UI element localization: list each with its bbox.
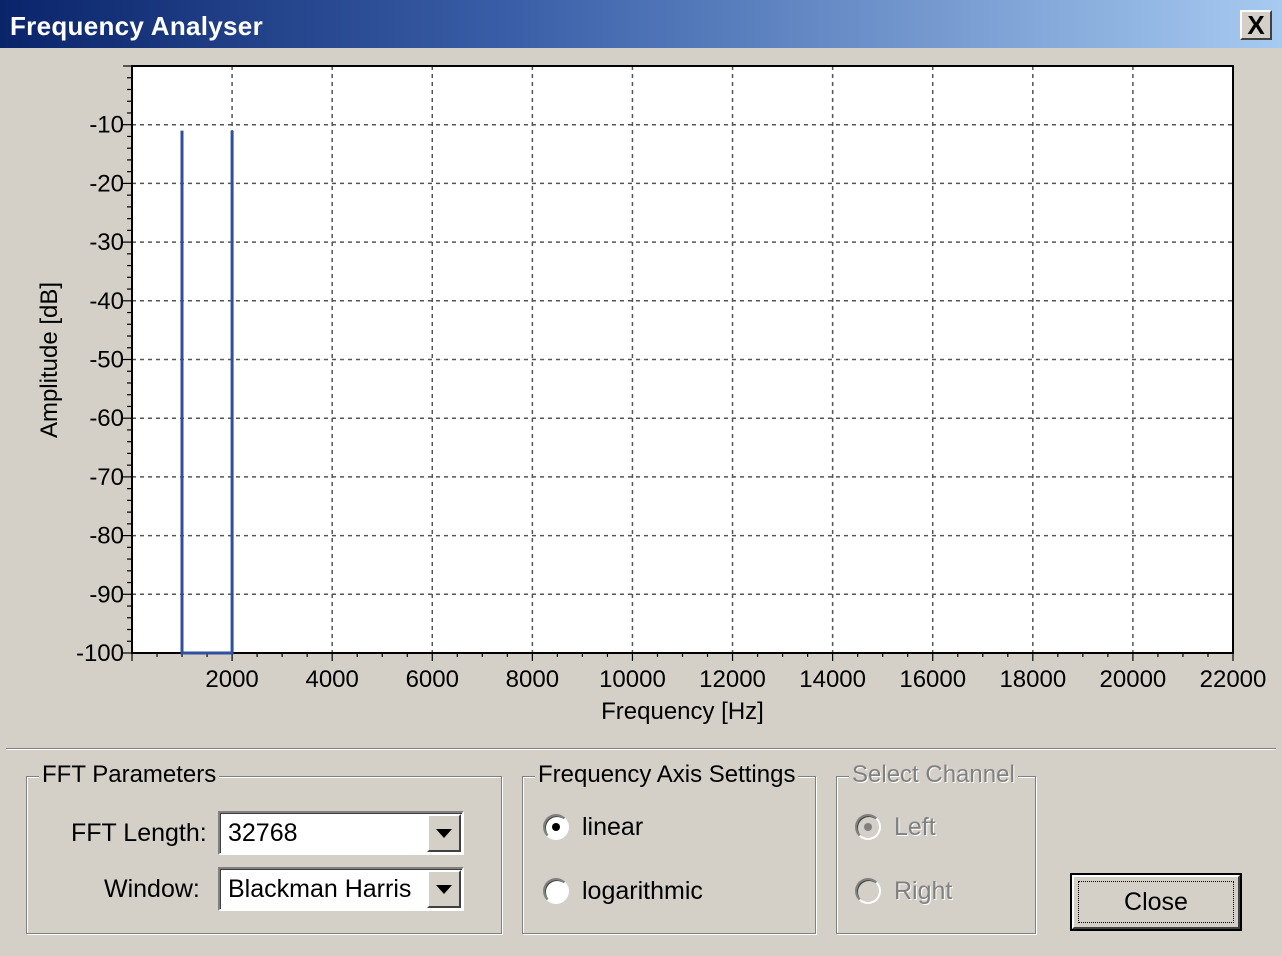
y-tick-label: -20 <box>89 170 124 197</box>
chevron-down-icon <box>436 828 452 838</box>
select-channel-group: Select Channel <box>836 761 1036 934</box>
radio-dot-icon <box>552 823 560 831</box>
close-icon: X <box>1247 10 1265 40</box>
fft-length-select[interactable]: 32768 <box>218 811 464 855</box>
x-tick-label: 16000 <box>899 666 966 693</box>
x-tick-label: 6000 <box>406 666 459 693</box>
y-tick-label: -80 <box>89 523 124 550</box>
fft-parameters-title: FFT Parameters <box>39 761 220 789</box>
logarithmic-radio-label[interactable]: logarithmic <box>582 877 703 906</box>
fft-length-dropdown-button[interactable] <box>427 814 461 852</box>
window-label: Window: <box>104 875 200 903</box>
left-channel-radio <box>855 814 881 840</box>
x-tick-label: 2000 <box>205 666 258 693</box>
linear-radio-label[interactable]: linear <box>582 813 643 842</box>
x-tick-label: 8000 <box>506 666 559 693</box>
x-axis-label: Frequency [Hz] <box>601 698 764 725</box>
y-tick-label: -60 <box>89 405 124 432</box>
y-tick-label: -40 <box>89 288 124 315</box>
x-tick-label: 22000 <box>1200 666 1267 693</box>
linear-radio[interactable] <box>543 814 569 840</box>
select-channel-title: Select Channel <box>849 761 1018 789</box>
chart-svg: 2000 4000 6000 8000 10000 12000 14000 16000 1800… <box>36 65 1267 725</box>
fft-length-label: FFT Length: <box>71 819 207 847</box>
y-tick-label: -90 <box>89 581 124 608</box>
window-dropdown-button[interactable] <box>427 870 461 908</box>
frequency-chart: 2000 4000 6000 8000 10000 12000 14000 16000 1800… <box>0 50 1282 750</box>
close-button[interactable]: Close <box>1070 873 1242 931</box>
x-tick-label: 14000 <box>799 666 866 693</box>
y-tick-label: -10 <box>89 112 124 139</box>
chevron-down-icon <box>436 884 452 894</box>
frequency-axis-group: Frequency Axis Settings <box>522 761 816 934</box>
plot-background <box>132 66 1233 653</box>
right-channel-label: Right <box>894 877 953 905</box>
y-tick-label: -70 <box>89 464 124 491</box>
x-tick-label: 10000 <box>599 666 666 693</box>
y-tick-label: -30 <box>89 229 124 256</box>
window-value: Blackman Harris <box>228 875 412 903</box>
window-select[interactable]: Blackman Harris <box>218 867 464 911</box>
window-close-button[interactable]: X <box>1240 10 1272 40</box>
x-tick-label: 20000 <box>1100 666 1167 693</box>
fft-length-value: 32768 <box>228 819 298 847</box>
radio-dot-icon <box>864 823 872 831</box>
x-tick-label: 4000 <box>305 666 358 693</box>
title-bar: Frequency Analyser X <box>0 0 1282 50</box>
close-button-label: Close <box>1124 888 1188 916</box>
left-channel-label: Left <box>894 813 936 841</box>
y-tick-label: -100 <box>76 640 124 667</box>
window-title: Frequency Analyser <box>10 11 263 41</box>
separator <box>6 748 1276 750</box>
y-axis-label: Amplitude [dB] <box>36 282 63 438</box>
right-channel-radio <box>855 878 881 904</box>
y-tick-label: -50 <box>89 347 124 374</box>
frequency-axis-title: Frequency Axis Settings <box>535 761 799 789</box>
logarithmic-radio[interactable] <box>543 878 569 904</box>
x-tick-label: 12000 <box>699 666 766 693</box>
x-tick-label: 18000 <box>999 666 1066 693</box>
